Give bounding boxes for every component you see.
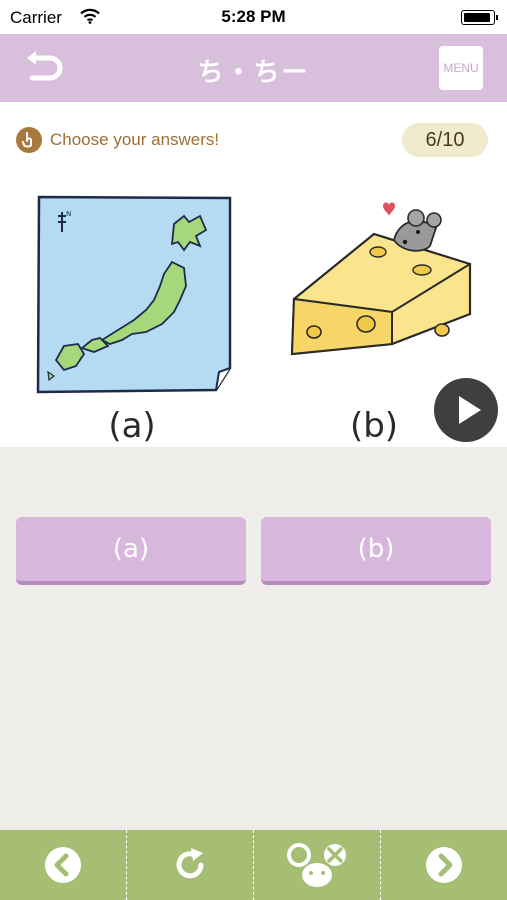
play-audio-button[interactable]: [434, 378, 498, 442]
quiz-mascot-icon: [287, 843, 346, 887]
quiz-mode-button[interactable]: [253, 830, 380, 900]
status-bar: Carrier 5:28 PM: [0, 0, 507, 34]
retry-icon: [176, 848, 204, 879]
hand-pointer-icon: [16, 127, 42, 153]
next-button[interactable]: [380, 830, 507, 900]
next-icon: [426, 847, 462, 883]
menu-button[interactable]: MENU: [439, 46, 483, 90]
bottom-toolbar: [0, 830, 507, 900]
answer-a-button[interactable]: (a): [16, 517, 246, 585]
quiz-panel: Choose your answers! 6/10 N (a) (b): [0, 102, 507, 447]
option-a-label: (a): [108, 406, 156, 446]
header-bar: ち・ちー MENU: [0, 34, 507, 102]
previous-icon: [45, 847, 81, 883]
option-b-label: (b): [349, 406, 399, 446]
battery-icon: [461, 10, 498, 25]
page-title: ち・ちー: [197, 57, 310, 87]
svg-text:N: N: [66, 210, 71, 218]
instruction-row: Choose your answers!: [16, 126, 219, 154]
progress-badge: 6/10: [402, 123, 488, 157]
retry-button[interactable]: [126, 830, 253, 900]
mouse-cheese-illustration[interactable]: [262, 194, 474, 374]
japan-map-illustration[interactable]: N: [34, 194, 234, 396]
clock: 5:28 PM: [221, 7, 286, 26]
answer-b-button[interactable]: (b): [261, 517, 491, 585]
instruction-text: Choose your answers!: [50, 130, 220, 149]
previous-button[interactable]: [0, 830, 126, 900]
